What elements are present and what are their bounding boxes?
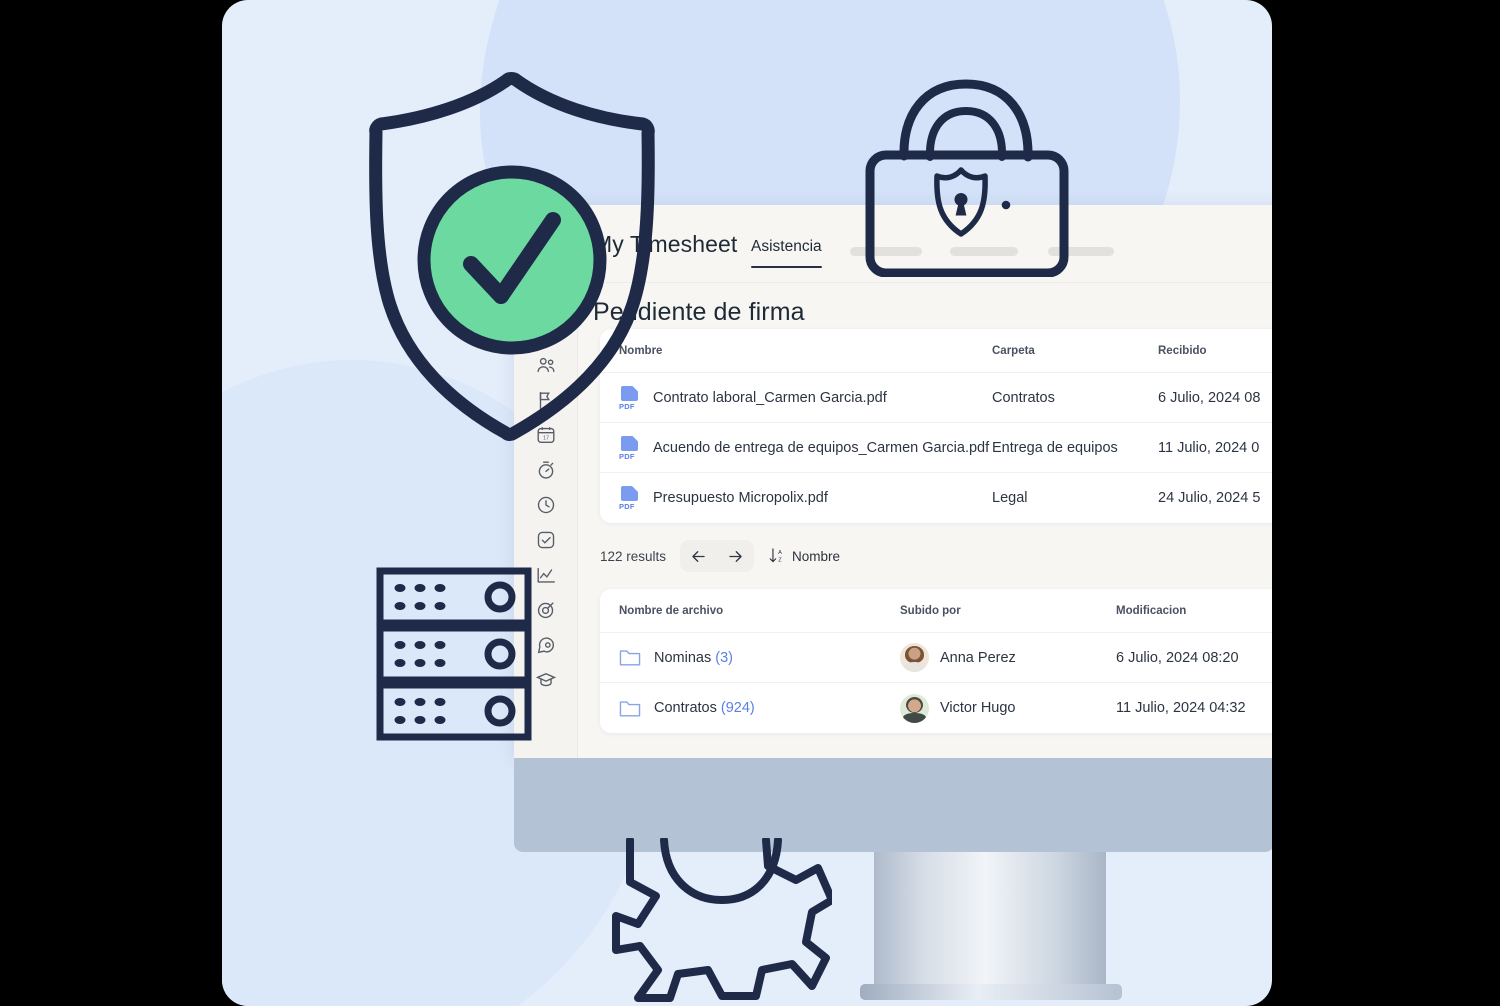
- col-nombre-archivo: Nombre de archivo: [619, 604, 724, 617]
- col-carpeta: Carpeta: [992, 344, 1035, 357]
- tab-asistencia[interactable]: Asistencia: [751, 238, 822, 268]
- pagination-bar: 122 results A Z Nombre: [600, 540, 840, 572]
- folder-name: Contratos: [992, 389, 1055, 406]
- folder-name: Entrega de equipos: [992, 439, 1118, 456]
- app-window: My Timesheet Asistencia Pendiente de fir…: [514, 205, 1272, 758]
- arrow-right-icon[interactable]: [717, 540, 754, 572]
- folder-name: Legal: [992, 490, 1028, 506]
- pdf-icon: PDF: [619, 435, 641, 461]
- table-row[interactable]: PDF Contrato laboral_Carmen Garcia.pdf C…: [600, 373, 1272, 423]
- col-recibido: Recibido: [1158, 344, 1207, 357]
- sidebar-item-stopwatch[interactable]: [535, 459, 557, 481]
- pending-signature-table: Nombre Carpeta Recibido PDF Contrato lab…: [600, 329, 1272, 523]
- folder-name: Nominas: [654, 649, 712, 666]
- sort-label: Nombre: [792, 548, 841, 564]
- files-table: Nombre de archivo Subido por Modificacio…: [600, 589, 1272, 733]
- pagination-controls: [680, 540, 755, 572]
- folder-label: Contratos (924): [654, 700, 755, 716]
- col-nombre: Nombre: [619, 344, 663, 357]
- illustration-canvas: My Timesheet Asistencia Pendiente de fir…: [222, 0, 1272, 1006]
- sidebar-item-calendar[interactable]: 17: [535, 424, 557, 446]
- avatar: [900, 643, 929, 672]
- folder-icon: [619, 648, 641, 667]
- col-subido-por: Subido por: [900, 604, 961, 617]
- received-date: 11 Julio, 2024 0: [1158, 439, 1260, 456]
- sort-control[interactable]: A Z Nombre: [768, 546, 840, 566]
- uploader-name: Victor Hugo: [940, 700, 1016, 716]
- sidebar-item-reports[interactable]: [535, 564, 557, 586]
- sidebar-item-flag[interactable]: [535, 389, 557, 411]
- svg-text:Z: Z: [778, 558, 782, 564]
- nav-placeholder-2[interactable]: [950, 247, 1018, 256]
- table-row[interactable]: PDF Presupuesto Micropolix.pdf Legal 24 …: [600, 473, 1272, 523]
- table-row[interactable]: PDF Acuendo de entrega de equipos_Carmen…: [600, 423, 1272, 473]
- nav-placeholder-1[interactable]: [850, 247, 922, 256]
- sidebar-item-tasks[interactable]: [535, 529, 557, 551]
- sidebar-item-chat[interactable]: [535, 634, 557, 656]
- sidebar-item-users[interactable]: [535, 354, 557, 376]
- page-title: Pendiente de firma: [593, 298, 805, 326]
- arrow-left-icon[interactable]: [680, 540, 717, 572]
- pdf-icon: PDF: [619, 385, 641, 411]
- modified-date: 6 Julio, 2024 08:20: [1116, 649, 1239, 666]
- pdf-icon: PDF: [619, 486, 641, 511]
- monitor-stand: [874, 852, 1106, 992]
- uploader-name: Anna Perez: [940, 649, 1016, 666]
- table-row[interactable]: Contratos (924) Victor Hugo 11 Julio, 20…: [600, 683, 1272, 733]
- sidebar-item-clock[interactable]: [535, 494, 557, 516]
- gear-doodle: [612, 838, 832, 1002]
- received-date: 6 Julio, 2024 08: [1158, 389, 1261, 406]
- avatar: [900, 693, 929, 723]
- table-header: Nombre de archivo Subido por Modificacio…: [600, 589, 1272, 633]
- file-name: Presupuesto Micropolix.pdf: [653, 490, 828, 506]
- table-header: Nombre Carpeta Recibido: [600, 329, 1272, 373]
- folder-name: Contratos: [654, 700, 717, 716]
- svg-text:17: 17: [542, 436, 548, 442]
- file-name: Acuendo de entrega de equipos_Carmen Gar…: [653, 439, 990, 456]
- monitor-chin: [514, 758, 1272, 852]
- folder-count: (924): [720, 700, 755, 716]
- tab-active-underline: [751, 265, 822, 268]
- folder-label: Nominas (3): [654, 650, 733, 666]
- folder-icon: [619, 699, 641, 718]
- modified-date: 11 Julio, 2024 04:32: [1116, 700, 1246, 716]
- sidebar: 17: [514, 284, 578, 758]
- table-row[interactable]: Nominas (3) Anna Perez 6 Julio, 2024 08:…: [600, 633, 1272, 683]
- received-date: 24 Julio, 2024 5: [1158, 490, 1261, 506]
- nav-placeholder-3[interactable]: [1048, 247, 1114, 256]
- sidebar-item-goals[interactable]: [535, 599, 557, 621]
- results-count: 122 results: [600, 548, 667, 564]
- col-modificacion: Modificacion: [1116, 604, 1187, 617]
- file-name: Contrato laboral_Carmen Garcia.pdf: [653, 389, 887, 406]
- app-topbar: My Timesheet Asistencia: [514, 205, 1272, 283]
- svg-text:A: A: [778, 550, 782, 556]
- monitor-stand-base: [860, 984, 1122, 1000]
- sort-az-icon: A Z: [768, 546, 785, 566]
- sidebar-item-training[interactable]: [535, 669, 557, 691]
- app-brand: My Timesheet: [593, 231, 738, 257]
- folder-count: (3): [715, 649, 733, 666]
- tab-asistencia-label: Asistencia: [751, 238, 822, 255]
